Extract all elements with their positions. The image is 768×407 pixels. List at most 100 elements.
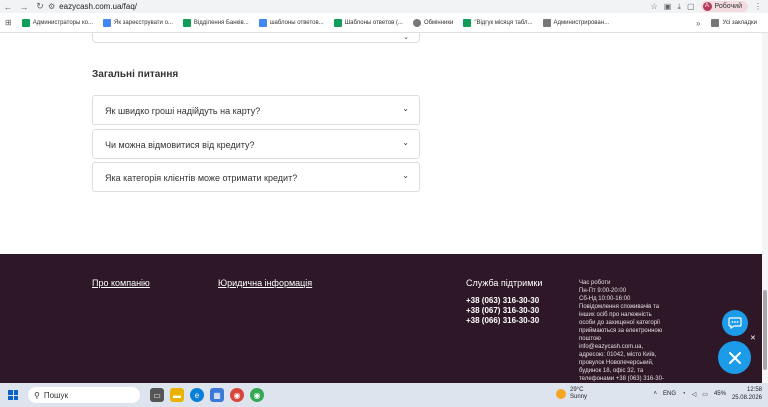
wifi-icon[interactable]: ◔: [682, 391, 686, 397]
faq-item[interactable]: Як швидко гроші надійдуть на карту? ⌄: [92, 95, 420, 125]
bookmark-item[interactable]: Шаблоны ответов (...: [329, 18, 408, 27]
store-icon[interactable]: ▦: [210, 388, 224, 402]
chevron-down-icon: ⌄: [402, 104, 409, 113]
scrollbar-thumb[interactable]: [763, 290, 767, 370]
site-footer: Про компанію Юридична інформація Служба …: [0, 254, 762, 383]
taskbar-search[interactable]: ⚲ Пошук: [28, 387, 140, 403]
bookmark-label: Шаблоны ответов (...: [344, 19, 403, 26]
all-bookmarks-label: Усі закладки: [722, 20, 757, 26]
hours-line: Пн-Пт 9:00-20:00: [579, 288, 627, 294]
tab-search-icon[interactable]: ▢: [687, 2, 695, 11]
windows-start-icon[interactable]: [8, 390, 18, 400]
faq-item[interactable]: Чи можна відмовитися від кредиту? ⌄: [92, 129, 420, 159]
hours-line: поштою: [579, 336, 601, 342]
legal-info-link[interactable]: Юридична інформація: [218, 278, 312, 288]
faq-item[interactable]: Яка категорія клієнтів може отримати кре…: [92, 162, 420, 192]
bookmark-item[interactable]: Відділення Банків...: [178, 18, 254, 27]
file-explorer-icon[interactable]: ▬: [170, 388, 184, 402]
apps-icon[interactable]: ⊞: [0, 18, 17, 27]
bookmarks-bar: ⊞ Администраторы ко... Як зареєструвати …: [0, 13, 768, 33]
close-icon: [728, 351, 741, 364]
bookmark-label: Администраторы ко...: [32, 19, 94, 26]
taskbar: ⚲ Пошук ▭ ▬ e ▦ ◉ ◉ 29°C Sunny ˄ ENG ◔ ◁…: [0, 383, 768, 407]
menu-icon[interactable]: ⋮: [754, 2, 762, 11]
avatar: A: [702, 2, 712, 11]
sheet-icon: [463, 18, 472, 27]
clock-time: 12:58: [746, 387, 762, 393]
sheet-icon: [182, 18, 191, 27]
bookmark-item[interactable]: "Відгук місяця табл...: [458, 18, 537, 27]
chrome-icon[interactable]: ◉: [250, 388, 264, 402]
clock-date: 25.08.2026: [731, 395, 762, 401]
close-icon[interactable]: ✕: [750, 334, 756, 342]
sun-icon: [556, 389, 566, 399]
star-icon[interactable]: ☆: [651, 2, 658, 11]
search-placeholder: Пошук: [43, 390, 68, 400]
bookmark-label: Як зареєструвати о...: [114, 19, 173, 26]
globe-icon: [412, 18, 421, 27]
faq-content: ⌄ Загальні питання Як швидко гроші надій…: [0, 33, 768, 254]
back-button[interactable]: ←: [0, 2, 16, 12]
weather-widget[interactable]: 29°C Sunny: [556, 387, 587, 401]
download-icon[interactable]: ⤓: [677, 2, 681, 12]
reload-button[interactable]: ↻: [32, 1, 48, 12]
weather-desc: Sunny: [570, 394, 588, 400]
volume-icon[interactable]: ◁: [692, 391, 697, 398]
bookmark-item[interactable]: Администрирован...: [538, 18, 615, 27]
support-title: Служба підтримки: [466, 278, 543, 288]
support-phone[interactable]: +38 (063) 316-30-30: [466, 296, 539, 305]
bookmark-item[interactable]: Обмінники: [408, 18, 458, 27]
battery-icon[interactable]: ▭: [702, 391, 708, 398]
bookmark-label: Відділення Банків...: [193, 19, 249, 26]
hours-line: телефонами +38 (063) 316-30-: [579, 376, 664, 382]
folder-icon: [542, 18, 551, 27]
language-indicator[interactable]: ENG: [663, 391, 676, 397]
site-info-icon[interactable]: ⚙: [48, 2, 55, 11]
clock[interactable]: 12:58 25.08.2026: [732, 386, 762, 402]
system-tray: ˄ ENG ◔ ◁ ▭ 45% 12:58 25.08.2026: [654, 386, 763, 402]
chevron-up-icon[interactable]: ˄: [654, 391, 658, 397]
support-phone[interactable]: +38 (067) 316-30-30: [466, 306, 539, 315]
hours-line: особи до захищеної категорії: [579, 320, 661, 326]
sheet-icon: [333, 18, 342, 27]
faq-question: Яка категорія клієнтів може отримати кре…: [105, 173, 298, 183]
previous-faq-card[interactable]: ⌄: [92, 33, 420, 43]
hours-line: info@eazycash.com.ua,: [579, 344, 644, 350]
profile-chip[interactable]: A Робочий: [700, 1, 748, 12]
bookmark-label: Администрирован...: [553, 19, 610, 26]
extensions-icon[interactable]: ▣: [664, 2, 672, 11]
more-bookmarks-button[interactable]: »: [696, 19, 700, 28]
doc-icon: [258, 18, 267, 27]
hours-line: Час роботи: [579, 280, 611, 286]
chat-button[interactable]: [722, 310, 748, 336]
chrome-icon[interactable]: ◉: [230, 388, 244, 402]
folder-icon: [711, 19, 720, 27]
working-hours: Час роботи Пн-Пт 9:00-20:00 Сб-Нд 10:00-…: [579, 279, 675, 383]
all-bookmarks-button[interactable]: Усі закладки: [706, 19, 762, 27]
hours-line: інших осіб про належність: [579, 312, 652, 318]
profile-label: Робочий: [714, 3, 742, 10]
chevron-down-icon: ⌄: [403, 34, 409, 41]
hours-line: приймаються за електронною: [579, 328, 663, 334]
hours-line: адресою: 01042, місто Київ,: [579, 352, 657, 358]
search-icon: ⚲: [34, 390, 40, 400]
forward-button[interactable]: →: [16, 2, 32, 12]
sheet-icon: [21, 18, 30, 27]
task-view-icon[interactable]: ▭: [150, 388, 164, 402]
about-company-link[interactable]: Про компанію: [92, 278, 150, 288]
faq-question: Як швидко гроші надійдуть на карту?: [105, 106, 261, 116]
hours-line: Повідомлення споживачів та: [579, 304, 660, 310]
close-widget-button[interactable]: [718, 341, 751, 374]
bookmark-item[interactable]: шаблоны ответов...: [254, 18, 329, 27]
chevron-down-icon: ⌄: [402, 138, 409, 147]
support-phone[interactable]: +38 (066) 316-30-30: [466, 316, 539, 325]
weather-temp: 29°C: [570, 387, 584, 393]
page-scrollbar[interactable]: [762, 33, 768, 383]
battery-percent: 45%: [713, 391, 726, 397]
edge-icon[interactable]: e: [190, 388, 204, 402]
hours-line: Сб-Нд 10:00-16:00: [579, 296, 631, 302]
bookmark-item[interactable]: Як зареєструвати о...: [98, 18, 178, 27]
bookmark-item[interactable]: Администраторы ко...: [17, 18, 98, 27]
section-title: Загальні питання: [92, 69, 179, 80]
address-bar[interactable]: eazycash.com.ua/faq/: [59, 2, 137, 11]
